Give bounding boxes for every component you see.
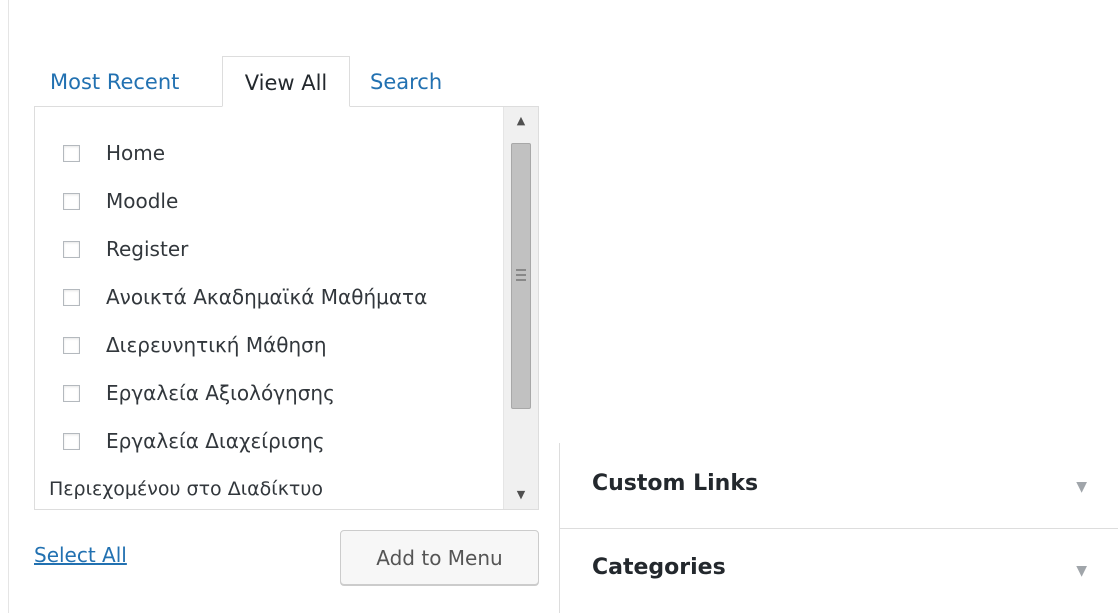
menu-accordion: Custom Links ▼ Categories ▼ (559, 443, 1118, 613)
item-label: Διερευνητική Μάθηση (106, 333, 327, 357)
accordion-section-custom-links[interactable]: Custom Links ▼ (560, 443, 1118, 529)
list-item[interactable]: Home (35, 129, 502, 177)
triangle-down-icon[interactable]: ▼ (1076, 563, 1087, 579)
list-item-partial: Περιεχομένου στο Διαδίκτυο (35, 465, 502, 509)
select-all-link[interactable]: Select All (34, 543, 127, 567)
item-label: Register (106, 237, 189, 261)
list-item[interactable]: Moodle (35, 177, 502, 225)
item-label: Εργαλεία Διαχείρισης (106, 429, 325, 453)
tab-view-all[interactable]: View All (222, 56, 350, 107)
scrollbar[interactable]: ▲ ▼ (503, 107, 538, 509)
item-label: Περιεχομένου στο Διαδίκτυο (49, 478, 323, 500)
checkbox[interactable] (63, 288, 80, 306)
checkbox[interactable] (63, 432, 80, 450)
checkbox[interactable] (63, 240, 80, 258)
pages-checklist: Home Moodle Register Ανοικτά Ακαδημαϊκά … (35, 107, 502, 509)
checkbox[interactable] (63, 384, 80, 402)
accordion-title[interactable]: Categories (592, 555, 726, 580)
pages-list-panel: Home Moodle Register Ανοικτά Ακαδημαϊκά … (34, 106, 539, 510)
checkbox[interactable] (63, 336, 80, 354)
triangle-down-icon[interactable]: ▼ (1076, 479, 1087, 495)
list-item[interactable]: Ανοικτά Ακαδημαϊκά Μαθήματα (35, 273, 502, 321)
scroll-up-arrow-icon[interactable]: ▲ (504, 107, 538, 135)
list-item[interactable]: Εργαλεία Διαχείρισης (35, 417, 502, 465)
scrollbar-thumb[interactable] (511, 143, 531, 409)
checkbox[interactable] (63, 192, 80, 210)
tab-search[interactable]: Search (354, 56, 458, 106)
tab-bar: Most Recent View All Search (34, 56, 514, 107)
list-item[interactable]: Εργαλεία Αξιολόγησης (35, 369, 502, 417)
list-item[interactable]: Διερευνητική Μάθηση (35, 321, 502, 369)
add-to-menu-button[interactable]: Add to Menu (340, 530, 539, 585)
accordion-section-categories[interactable]: Categories ▼ (560, 529, 1118, 614)
accordion-title[interactable]: Custom Links (592, 471, 758, 496)
item-label: Home (106, 141, 166, 165)
grip-icon (516, 269, 526, 284)
item-label: Ανοικτά Ακαδημαϊκά Μαθήματα (106, 285, 428, 309)
checkbox[interactable] (63, 144, 80, 162)
scroll-down-arrow-icon[interactable]: ▼ (504, 481, 538, 509)
left-panel-edge (0, 0, 9, 613)
tab-most-recent[interactable]: Most Recent (34, 56, 195, 106)
item-label: Moodle (106, 189, 179, 213)
item-label: Εργαλεία Αξιολόγησης (106, 381, 335, 405)
list-item[interactable]: Register (35, 225, 502, 273)
